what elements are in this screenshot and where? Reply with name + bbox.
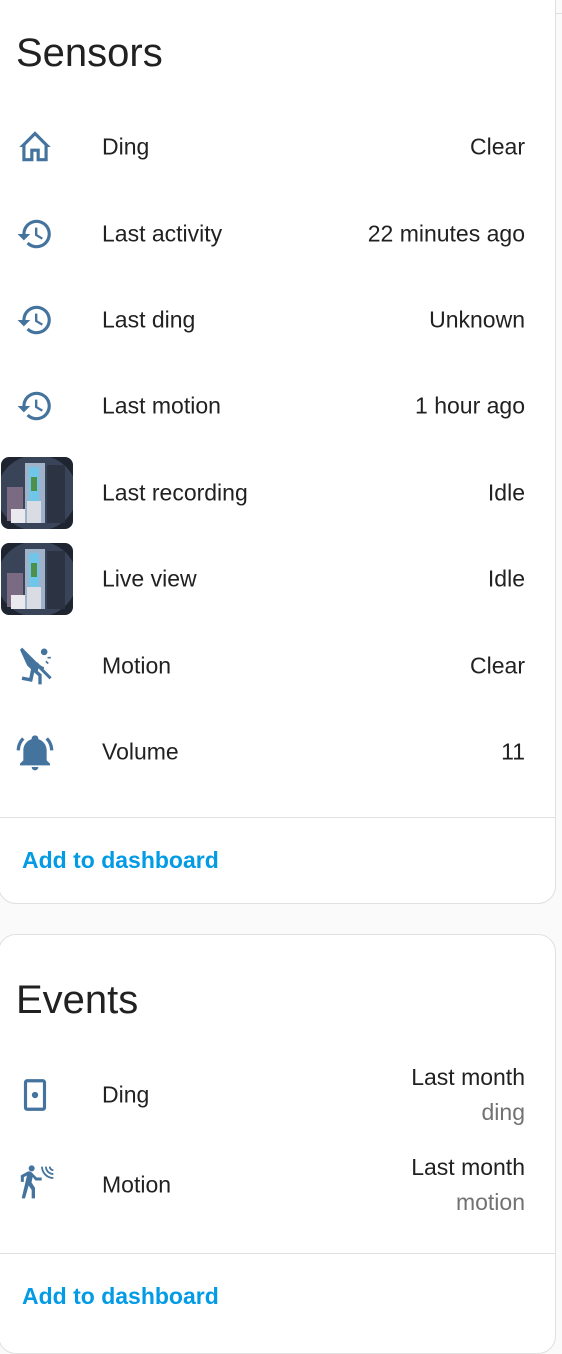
event-type: ding xyxy=(481,1099,525,1125)
sensor-row-motion[interactable]: Motion Clear xyxy=(0,623,555,709)
sensor-label: Motion xyxy=(102,652,172,679)
camera-thumbnail xyxy=(1,543,73,615)
event-row-ding[interactable]: Ding Last month ding xyxy=(0,1051,555,1139)
sensor-value: 1 hour ago xyxy=(415,392,525,419)
sensor-value: 22 minutes ago xyxy=(367,220,525,247)
sensor-value: Idle xyxy=(487,479,525,506)
doorbell-icon xyxy=(13,1073,57,1117)
sensor-label: Last ding xyxy=(102,306,196,333)
sensor-row-ding[interactable]: Ding Clear xyxy=(0,104,555,190)
home-outline-icon xyxy=(13,125,57,169)
sensors-title: Sensors xyxy=(16,31,163,75)
sensor-row-last-recording[interactable]: Last recording Idle xyxy=(0,450,555,536)
sensors-add-to-dashboard-button[interactable]: Add to dashboard xyxy=(22,847,219,874)
history-icon xyxy=(13,298,57,342)
events-title: Events xyxy=(16,978,139,1022)
card-divider xyxy=(0,1253,555,1254)
event-value: Last month ding xyxy=(411,1064,525,1126)
sensor-row-last-motion[interactable]: Last motion 1 hour ago xyxy=(0,363,555,449)
motion-sensor-icon xyxy=(13,1163,57,1207)
events-add-to-dashboard-button[interactable]: Add to dashboard xyxy=(22,1283,219,1310)
sensor-value: Clear xyxy=(470,133,525,160)
event-label: Motion xyxy=(102,1171,172,1198)
motion-sensor-off-icon xyxy=(13,644,57,688)
sensor-value: 11 xyxy=(501,738,525,765)
event-time: Last month xyxy=(411,1064,525,1090)
events-card: Events Ding Last month ding Motion Last … xyxy=(0,934,556,1354)
event-row-motion[interactable]: Motion Last month motion xyxy=(0,1141,555,1229)
sensors-card: Sensors Ding Clear Last activity 22 minu… xyxy=(0,0,556,904)
event-label: Ding xyxy=(102,1081,150,1108)
sensor-label: Ding xyxy=(102,133,150,160)
sensor-value: Idle xyxy=(487,565,525,592)
sensor-row-live-view[interactable]: Live view Idle xyxy=(0,536,555,622)
sensor-value: Unknown xyxy=(429,306,525,333)
sensor-label: Live view xyxy=(102,565,197,592)
event-time: Last month xyxy=(411,1154,525,1180)
bell-ring-icon xyxy=(13,730,57,774)
history-icon xyxy=(13,384,57,428)
sensor-row-last-ding[interactable]: Last ding Unknown xyxy=(0,277,555,363)
sensor-row-volume[interactable]: Volume 11 xyxy=(0,709,555,795)
sensor-row-last-activity[interactable]: Last activity 22 minutes ago xyxy=(0,191,555,277)
sensor-label: Last motion xyxy=(102,392,221,419)
sensor-label: Last recording xyxy=(102,479,248,506)
event-value: Last month motion xyxy=(411,1154,525,1216)
card-divider xyxy=(0,817,555,818)
sensor-label: Volume xyxy=(102,738,179,765)
history-icon xyxy=(13,212,57,256)
sensor-label: Last activity xyxy=(102,220,223,247)
camera-thumbnail xyxy=(1,457,73,529)
event-type: motion xyxy=(455,1189,525,1215)
sensor-value: Clear xyxy=(470,652,525,679)
